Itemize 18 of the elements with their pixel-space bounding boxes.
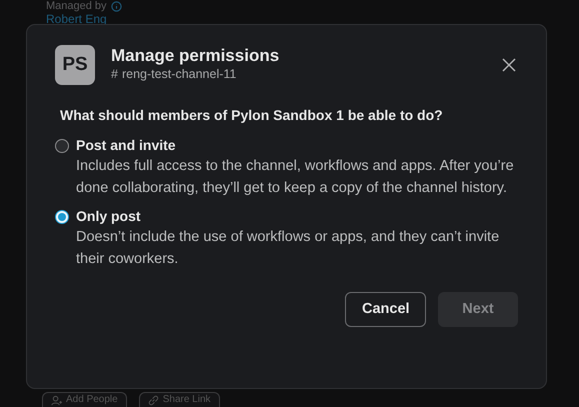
radio-button[interactable] <box>55 210 69 224</box>
link-icon <box>148 394 159 406</box>
hash-sign: # <box>111 66 118 82</box>
info-icon <box>110 1 122 12</box>
cancel-button[interactable]: Cancel <box>345 292 426 327</box>
managed-by-label: Managed by <box>46 0 107 13</box>
channel-name: reng-test-channel-11 <box>122 66 236 82</box>
background-button[interactable]: Share Link <box>138 392 220 407</box>
option-label: Post and invite <box>76 136 177 155</box>
channel-avatar: PS <box>55 45 95 85</box>
question-text: What should members of Pylon Sandbox 1 be able to do? <box>60 106 444 125</box>
background-button[interactable]: Add People <box>42 392 127 407</box>
dialog-title: Manage permissions <box>111 46 280 66</box>
option-label: Only post <box>76 207 142 226</box>
option-description: Doesn’t include the use of workflows or apps, and they can’t invite their coworkers. <box>76 228 500 269</box>
option-description: Includes full access to the channel, workflows and apps. After you’re done collaborating, they’ll get to keep a copy of the channel history. <box>76 157 515 198</box>
person-add-icon <box>51 394 62 406</box>
radio-button[interactable] <box>55 139 69 153</box>
